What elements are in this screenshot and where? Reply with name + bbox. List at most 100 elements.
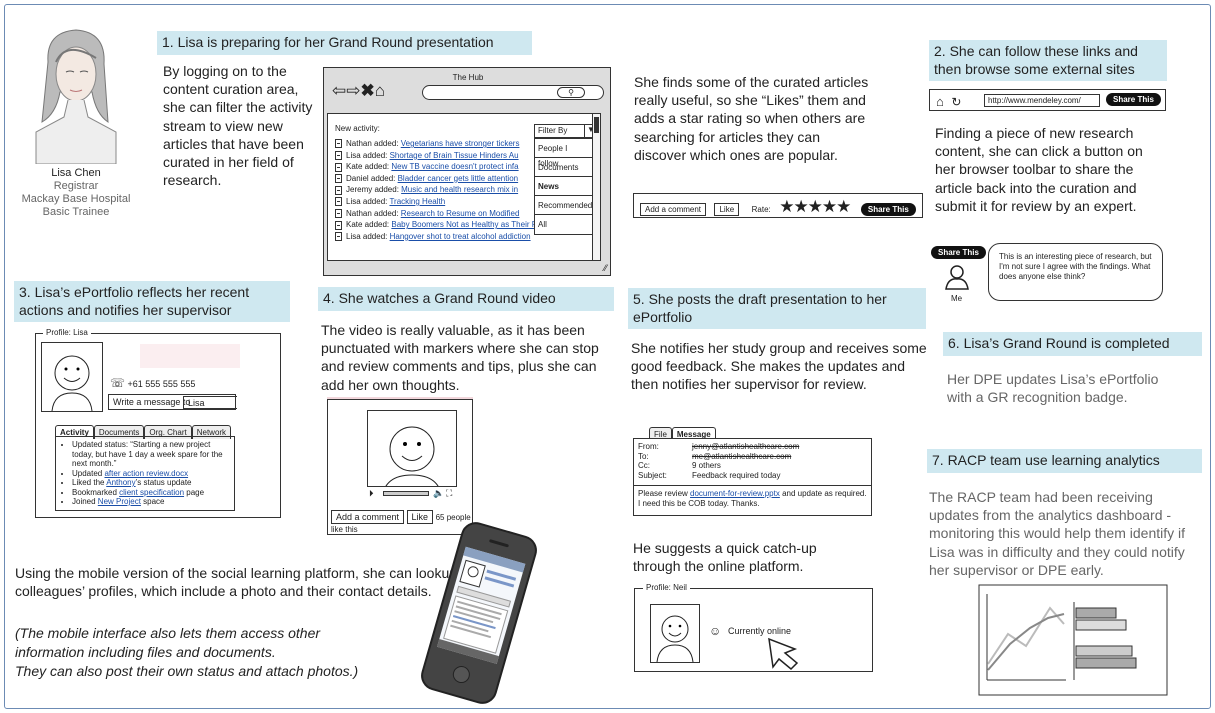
email-cc-row: Cc: 9 others	[638, 461, 721, 470]
new-activity-label: New activity:	[335, 124, 380, 133]
share-this-button[interactable]: Share This	[860, 203, 916, 216]
person-hospital: Mackay Base Hospital	[21, 193, 131, 205]
analytics-dashboard	[978, 584, 1168, 696]
feed-item: Daniel added: Bladder cancer gets little…	[335, 173, 541, 185]
document-icon	[335, 174, 342, 184]
scroll-thumb[interactable]	[594, 117, 599, 133]
feed-link[interactable]: Bladder cancer gets little attention	[398, 174, 519, 183]
filter-option[interactable]: News	[535, 177, 593, 196]
star-rating[interactable]: ★★★★★	[779, 197, 851, 216]
profile-neil-label: Profile: Neil	[643, 583, 690, 592]
home-icon[interactable]: ⌂	[936, 94, 944, 109]
fullscreen-icon[interactable]: ⛶	[446, 487, 452, 500]
back-icon[interactable]: ⇦	[332, 81, 346, 100]
online-status: Currently online	[728, 626, 792, 636]
document-icon	[335, 232, 342, 242]
step5-text: She notifies her study group and receive…	[631, 340, 927, 393]
recipient-field[interactable]: Lisa	[183, 396, 237, 409]
feed-link[interactable]: New TB vaccine doesn't protect infa	[391, 162, 518, 171]
filter-option[interactable]: Recommended	[535, 196, 593, 215]
phone-row: ☏ +61 555 555 555	[110, 376, 196, 390]
like-button[interactable]: Like	[714, 203, 740, 216]
step4-text: The video is really valuable, as it has …	[321, 322, 599, 393]
video-progress[interactable]	[383, 491, 429, 496]
likes-text: She finds some of the curated articles r…	[634, 74, 869, 163]
document-icon	[335, 150, 342, 160]
hub-scrollbar[interactable]	[592, 114, 600, 260]
step1-text: By logging on to the content curation ar…	[163, 63, 313, 189]
person-card: Lisa Chen Registrar Mackay Base Hospital…	[18, 167, 134, 219]
chat-icon[interactable]: ☺	[709, 624, 721, 638]
forward-icon[interactable]: ⇨	[346, 81, 360, 100]
feed-item: Nathan added: Vegetarians have stronger …	[335, 138, 541, 150]
filter-select[interactable]: Filter By ▼	[534, 124, 598, 138]
activity-link[interactable]: New Project	[98, 497, 141, 506]
phone-icon: ☏	[110, 376, 126, 390]
rating-bar: Add a comment Like Rate: ★★★★★ Share Thi…	[633, 193, 923, 218]
hub-search-input[interactable]: ⚲	[422, 85, 604, 100]
filter-option[interactable]: People I follow	[535, 139, 593, 168]
filter-dropdown: People I follow Documents News Recommend…	[534, 138, 594, 235]
feed-item: Kate added: New TB vaccine doesn't prote…	[335, 161, 541, 173]
email-panel: From: jenny@atlantishealthcare.com To: me@…	[633, 438, 872, 516]
activity-link[interactable]: Anthony	[106, 478, 135, 487]
feed-link[interactable]: Hangover shot to treat alcohol addiction	[390, 232, 531, 241]
lisa-portrait	[35, 29, 117, 164]
add-comment-button[interactable]: Add a comment	[640, 203, 707, 216]
step2-text: Finding a piece of new research content,…	[935, 125, 1143, 214]
share-this-button[interactable]: Share This	[1106, 93, 1161, 106]
document-icon	[335, 208, 342, 218]
comment-bubble: This is an interesting piece of research…	[988, 243, 1163, 301]
feed-item: Lisa added: Tracking Health	[335, 196, 541, 208]
step6-heading: 6. Lisa’s Grand Round is completed	[943, 332, 1202, 356]
mobile-text: Using the mobile version of the social l…	[15, 565, 458, 600]
hub-window: The Hub ⇦⇨✖⌂ ⚲ New activity: Nathan adde…	[323, 67, 611, 276]
activity-list: Updated status: “Starting a new project …	[55, 436, 235, 511]
feed-link[interactable]: Tracking Health	[389, 197, 445, 206]
email-to-row: To: me@atlantishealthcare.com	[638, 451, 792, 461]
feed-link[interactable]: Research to Resume on Modified	[401, 209, 520, 218]
share-this-badge[interactable]: Share This	[931, 246, 986, 259]
add-comment-button[interactable]: Add a comment	[331, 510, 405, 524]
activity-item: Joined New Project space	[72, 497, 230, 507]
message-input[interactable]: Write a message to Lisa	[108, 394, 237, 410]
email-body: Please review document-for-review.pptx a…	[638, 489, 867, 508]
document-icon	[335, 197, 342, 207]
activity-item: Updated status: “Starting a new project …	[72, 440, 230, 469]
search-icon[interactable]: ⚲	[557, 87, 585, 98]
step2-heading: 2. She can follow these links and then b…	[929, 40, 1167, 81]
neil-avatar	[650, 604, 700, 663]
volume-icon[interactable]: 🔈	[433, 487, 444, 500]
feed-link[interactable]: Shortage of Brain Tissue Hinders Au	[390, 151, 519, 160]
activity-item: Liked the Anthony’s status update	[72, 478, 230, 488]
resize-handle-icon[interactable]: ⁄⁄	[604, 263, 607, 273]
home-icon[interactable]: ⌂	[375, 81, 385, 100]
document-icon	[335, 139, 342, 149]
filter-option[interactable]: All	[535, 215, 593, 234]
user-icon	[945, 265, 969, 290]
feed-link[interactable]: Vegetarians have stronger tickers	[401, 139, 520, 148]
rate-label: Rate:	[751, 205, 771, 214]
email-from-row: From: jenny@atlantishealthcare.com	[638, 442, 800, 451]
url-field[interactable]: http://www.mendeley.com/	[984, 94, 1100, 107]
feed-link[interactable]: Music and health research mix in	[401, 185, 518, 194]
step6-text: Her DPE updates Lisa’s ePortfolio with a…	[947, 371, 1159, 406]
refresh-icon[interactable]: ↻	[951, 95, 961, 109]
stop-icon[interactable]: ✖	[361, 81, 375, 100]
feed-item: Jeremy added: Music and health research …	[335, 184, 541, 196]
hub-feed-panel: New activity: Nathan added: Vegetarians …	[327, 113, 601, 261]
person-role: Registrar	[53, 180, 99, 192]
attachment-link[interactable]: document-for-review.pptx	[690, 489, 780, 498]
document-icon	[335, 185, 342, 195]
step3-heading: 3. Lisa’s ePortfolio reflects her recent…	[14, 281, 290, 322]
email-subject-row: Subject: Feedback required today	[638, 470, 781, 480]
hub-feed-list: Nathan added: Vegetarians have stronger …	[335, 138, 559, 242]
filter-option[interactable]: Documents	[535, 158, 593, 177]
step7-heading: 7. RACP team use learning analytics	[927, 449, 1202, 473]
play-icon[interactable]: ⏵	[369, 488, 374, 498]
activity-link[interactable]: after action review.docx	[104, 469, 188, 478]
step5-heading: 5. She posts the draft presentation to h…	[628, 288, 926, 329]
activity-link[interactable]: client specification	[119, 488, 184, 497]
video-controls: ⏵ 🔈 ⛶	[367, 486, 457, 500]
catchup-text: He suggests a quick catch-up through the…	[633, 540, 817, 575]
